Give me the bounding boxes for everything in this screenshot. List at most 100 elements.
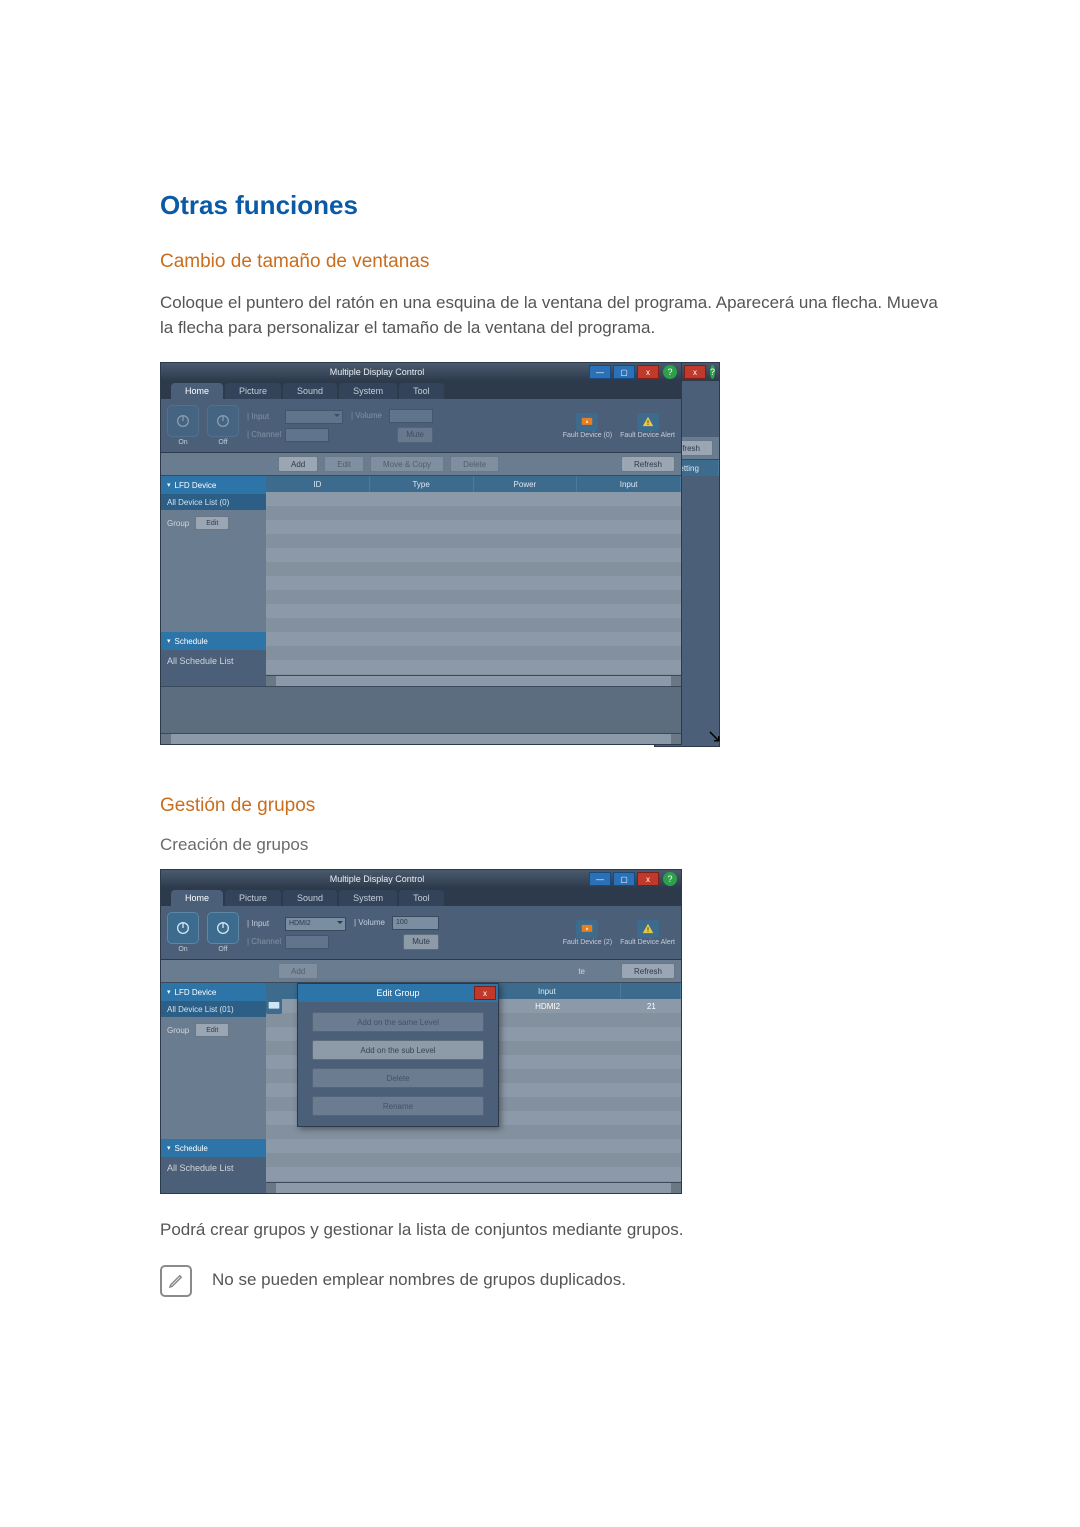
win-min-button[interactable]: — [589, 872, 611, 886]
channel-spinner[interactable] [285, 935, 329, 949]
col-input: Input [577, 476, 681, 492]
h-scrollbar[interactable] [161, 733, 681, 744]
tab-system[interactable]: System [339, 383, 397, 399]
channel-label: | Channel [247, 937, 281, 946]
side-all-device-list[interactable]: All Device List (0) [161, 494, 266, 510]
input-combo[interactable]: HDMI2 [285, 917, 346, 931]
resize-cursor-icon: ↘ [707, 726, 722, 747]
move-copy-button[interactable]: Move & Copy [370, 456, 444, 472]
col-id: ID [266, 476, 370, 492]
win-close-button[interactable]: x [637, 872, 659, 886]
tab-picture[interactable]: Picture [225, 383, 281, 399]
dialog-close-button[interactable]: x [474, 986, 496, 1000]
fault-device-label: Fault Device (2) [563, 939, 612, 946]
note-icon [160, 1265, 192, 1297]
power-on-label: On [178, 439, 187, 446]
channel-label: | Channel [247, 430, 281, 439]
group-edit-button[interactable]: Edit [195, 1023, 229, 1037]
row-number: 21 [622, 1002, 681, 1011]
fault-alert-label: Fault Device Alert [620, 939, 675, 946]
edit-button[interactable]: Edit [324, 456, 364, 472]
help-icon[interactable]: ? [710, 365, 715, 379]
input-combo[interactable] [285, 410, 343, 424]
win-close-button[interactable]: x [637, 365, 659, 379]
side-schedule-header[interactable]: ▾Schedule [161, 1139, 266, 1157]
refresh-button[interactable]: Refresh [621, 963, 675, 979]
volume-spinner[interactable]: 100 [392, 916, 439, 930]
side-all-device-list[interactable]: All Device List (01) [161, 1001, 266, 1017]
h-scrollbar[interactable] [266, 1182, 681, 1193]
power-on-button[interactable] [167, 405, 199, 437]
fault-alert-icon[interactable] [637, 920, 659, 938]
tab-tool[interactable]: Tool [399, 890, 444, 906]
edit-group-dialog: Edit Group x Add on the same Level Add o… [297, 983, 499, 1127]
side-lfd-header[interactable]: ▾LFD Device [161, 476, 266, 494]
delete-button[interactable]: Delete [450, 456, 499, 472]
tab-tool[interactable]: Tool [399, 383, 444, 399]
refresh-button[interactable]: Refresh [621, 456, 675, 472]
side-lfd-header[interactable]: ▾LFD Device [161, 983, 266, 1001]
win-min-button[interactable]: — [589, 365, 611, 379]
section-create-groups-heading: Creación de grupos [160, 835, 990, 855]
tab-home[interactable]: Home [171, 383, 223, 399]
volume-label: | Volume [351, 411, 385, 420]
power-off-label: Off [218, 946, 227, 953]
tab-sound[interactable]: Sound [283, 383, 337, 399]
win-max-button[interactable]: ▢ [613, 872, 635, 886]
caret-down-icon: ▾ [167, 1144, 171, 1152]
app-window-groups: Multiple Display Control — ▢ x ? Home Pi… [160, 869, 682, 1194]
win-close-button[interactable]: x [684, 365, 706, 379]
side-all-schedule[interactable]: All Schedule List [167, 1163, 234, 1173]
tab-picture[interactable]: Picture [225, 890, 281, 906]
fault-device-icon[interactable] [576, 920, 598, 938]
groups-intro: Podrá crear grupos y gestionar la lista … [160, 1218, 940, 1243]
power-off-button[interactable] [207, 405, 239, 437]
app-window-front: Multiple Display Control — ▢ x ? Home Pi… [160, 362, 682, 745]
ribbon-tabs: Home Picture Sound System Tool [161, 381, 681, 399]
col-power: Power [474, 476, 578, 492]
add-button[interactable]: Add [278, 456, 318, 472]
input-label: | Input [247, 412, 281, 421]
power-off-button[interactable] [207, 912, 239, 944]
help-icon[interactable]: ? [663, 872, 677, 886]
power-on-button[interactable] [167, 912, 199, 944]
fault-device-icon[interactable] [576, 413, 598, 431]
section-groups-heading: Gestión de grupos [160, 795, 990, 817]
groups-note: No se pueden emplear nombres de grupos d… [212, 1268, 626, 1293]
add-sub-level-button[interactable]: Add on the sub Level [312, 1040, 484, 1060]
caret-down-icon: ▾ [167, 988, 171, 996]
resize-description: Coloque el puntero del ratón en una esqu… [160, 291, 940, 340]
col-blank [621, 983, 681, 999]
side-all-schedule[interactable]: All Schedule List [167, 656, 234, 666]
status-bar [161, 686, 681, 733]
side-group-label: Group [167, 1026, 189, 1035]
side-group-label: Group [167, 519, 189, 528]
tab-sound[interactable]: Sound [283, 890, 337, 906]
screenshot-groups: Multiple Display Control — ▢ x ? Home Pi… [160, 869, 680, 1194]
dialog-delete-button[interactable]: Delete [312, 1068, 484, 1088]
col-te-fragment: te [578, 967, 585, 976]
caret-down-icon: ▾ [167, 637, 171, 645]
power-off-label: Off [218, 439, 227, 446]
mute-button[interactable]: Mute [403, 934, 439, 950]
add-same-level-button[interactable]: Add on the same Level [312, 1012, 484, 1032]
tab-system[interactable]: System [339, 890, 397, 906]
channel-spinner[interactable] [285, 428, 329, 442]
fault-alert-icon[interactable] [637, 413, 659, 431]
side-schedule-header[interactable]: ▾Schedule [161, 632, 266, 650]
help-icon[interactable]: ? [663, 365, 677, 379]
input-label: | Input [247, 919, 281, 928]
window-title: Multiple Display Control [165, 367, 589, 377]
volume-spinner[interactable] [389, 409, 433, 423]
add-button[interactable]: Add [278, 963, 318, 979]
h-scrollbar[interactable] [266, 675, 681, 686]
group-edit-button[interactable]: Edit [195, 516, 229, 530]
mute-button[interactable]: Mute [397, 427, 433, 443]
fault-device-label: Fault Device (0) [563, 432, 612, 439]
section-resize-heading: Cambio de tamaño de ventanas [160, 251, 990, 273]
power-on-label: On [178, 946, 187, 953]
dialog-rename-button[interactable]: Rename [312, 1096, 484, 1116]
win-max-button[interactable]: ▢ [613, 365, 635, 379]
page-title: Otras funciones [160, 190, 990, 221]
tab-home[interactable]: Home [171, 890, 223, 906]
